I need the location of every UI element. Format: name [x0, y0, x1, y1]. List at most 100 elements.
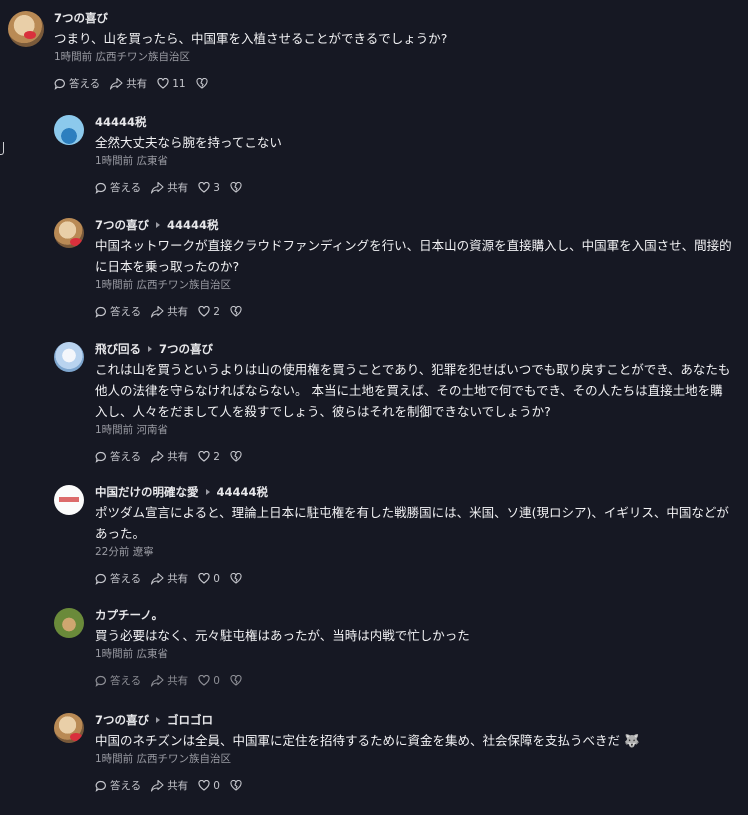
comment-time: 1時間前 — [54, 51, 93, 63]
heart-icon — [198, 675, 210, 686]
reply-arrow-icon — [156, 717, 161, 723]
share-button[interactable]: 共有 — [151, 571, 188, 586]
reply-icon — [95, 780, 106, 792]
dog-avatar[interactable] — [54, 608, 84, 638]
share-button[interactable]: 共有 — [110, 76, 147, 91]
comment-text: つまり、山を買ったら、中国軍を入植させることができるでしょうか? — [54, 31, 448, 46]
comment-location: 広西チワン族自治区 — [136, 753, 232, 765]
comment-meta: 1時間前 広東省 — [95, 154, 730, 168]
text-avatar[interactable] — [54, 485, 84, 515]
comment-author[interactable]: 飛び回る — [95, 342, 141, 356]
reply-icon — [95, 675, 106, 687]
share-icon — [151, 305, 164, 318]
comment-time: 1時間前 — [95, 279, 134, 291]
comment-location: 広西チワン族自治区 — [95, 51, 191, 63]
reply-icon — [95, 306, 106, 318]
like-count: 11 — [172, 77, 186, 90]
reply-button[interactable]: 答える — [95, 778, 141, 793]
comment-time: 22分前 — [95, 546, 130, 558]
share-icon — [151, 181, 164, 194]
reply-to-user[interactable]: 7つの喜び — [159, 342, 213, 356]
comment-time: 1時間前 — [95, 424, 134, 436]
reply-icon — [95, 451, 106, 463]
dislike-button[interactable] — [230, 451, 245, 462]
like-count: 0 — [213, 779, 220, 792]
reply-to-user[interactable]: 44444税 — [167, 218, 219, 232]
comment-author[interactable]: カプチーノ。 — [95, 608, 163, 622]
like-button[interactable]: 2 — [198, 451, 220, 463]
comment-time: 1時間前 — [95, 753, 134, 765]
share-button[interactable]: 共有 — [151, 304, 188, 319]
broken-heart-icon — [230, 780, 242, 791]
like-count: 2 — [213, 305, 220, 318]
comment-time: 1時間前 — [95, 648, 134, 660]
comment-location: 広西チワン族自治区 — [136, 279, 232, 291]
reply-arrow-icon — [205, 489, 210, 495]
share-button[interactable]: 共有 — [151, 180, 188, 195]
comment-location: 河南省 — [136, 424, 169, 436]
anime-avatar[interactable] — [54, 342, 84, 372]
comment-text: これは山を買うというよりは山の使用権を買うことであり、犯罪を犯せばいつでも取り戻… — [95, 362, 731, 419]
comment-meta: 22分前 遼寧 — [95, 545, 735, 559]
dislike-button[interactable] — [230, 573, 245, 584]
comment-author[interactable]: 44444税 — [95, 115, 147, 129]
like-button[interactable]: 0 — [198, 780, 220, 792]
reply-to-user[interactable]: 44444税 — [217, 485, 269, 499]
comment-location: 広東省 — [136, 648, 169, 660]
like-button[interactable]: 0 — [198, 573, 220, 585]
comment-text: 全然大丈夫なら腕を持ってこない — [95, 135, 282, 150]
reply-button[interactable]: 答える — [95, 180, 141, 195]
cat-avatar[interactable] — [54, 218, 84, 248]
broken-heart-icon — [230, 573, 242, 584]
like-button[interactable]: 11 — [157, 77, 186, 90]
comment-author[interactable]: 7つの喜び — [54, 11, 108, 25]
reply-icon — [95, 182, 106, 194]
share-button[interactable]: 共有 — [151, 449, 188, 464]
share-button[interactable]: 共有 — [151, 673, 188, 688]
heart-icon — [198, 780, 210, 791]
cat-avatar[interactable] — [8, 11, 44, 47]
share-icon — [110, 77, 123, 90]
dislike-button[interactable] — [230, 780, 245, 791]
comment-text: 中国のネチズンは全員、中国軍に定住を招待するために資金を集め、社会保障を支払うべ… — [95, 733, 640, 748]
reply-button[interactable]: 答える — [95, 571, 141, 586]
like-button[interactable]: 3 — [198, 182, 220, 194]
like-count: 0 — [213, 674, 220, 687]
comment-meta: 1時間前 広西チワン族自治区 — [54, 50, 724, 64]
reply-arrow-icon — [156, 222, 161, 228]
comment-author[interactable]: 中国だけの明確な愛 — [95, 485, 199, 499]
reply-button[interactable]: 答える — [95, 304, 141, 319]
reply-button[interactable]: 答える — [95, 449, 141, 464]
comment-time: 1時間前 — [95, 155, 134, 167]
dislike-button[interactable] — [196, 78, 211, 89]
comment-meta: 1時間前 広西チワン族自治区 — [95, 752, 735, 766]
share-icon — [151, 779, 164, 792]
like-button[interactable]: 0 — [198, 675, 220, 687]
comment-meta: 1時間前 広東省 — [95, 647, 735, 661]
heart-icon — [157, 78, 169, 89]
reply-icon — [95, 573, 106, 585]
share-button[interactable]: 共有 — [151, 778, 188, 793]
dislike-button[interactable] — [230, 306, 245, 317]
like-count: 0 — [213, 572, 220, 585]
comment-text: 中国ネットワークが直接クラウドファンディングを行い、日本山の資源を直接購入し、中… — [95, 238, 732, 274]
edge-marker — [0, 142, 4, 155]
like-button[interactable]: 2 — [198, 306, 220, 318]
cat-avatar[interactable] — [54, 713, 84, 743]
reply-button[interactable]: 答える — [95, 673, 141, 688]
dislike-button[interactable] — [230, 675, 245, 686]
comment-author[interactable]: 7つの喜び — [95, 713, 149, 727]
like-count: 2 — [213, 450, 220, 463]
dislike-button[interactable] — [230, 182, 245, 193]
reply-arrow-icon — [148, 346, 152, 352]
share-icon — [151, 572, 164, 585]
comment-location: 広東省 — [136, 155, 169, 167]
comment-meta: 1時間前 広西チワン族自治区 — [95, 278, 735, 292]
comment-author[interactable]: 7つの喜び — [95, 218, 149, 232]
reply-to-user[interactable]: ゴロゴロ — [167, 713, 213, 727]
heart-icon — [198, 573, 210, 584]
share-icon — [151, 450, 164, 463]
broken-heart-icon — [230, 182, 242, 193]
wave-avatar[interactable] — [54, 115, 84, 145]
reply-button[interactable]: 答える — [54, 76, 100, 91]
